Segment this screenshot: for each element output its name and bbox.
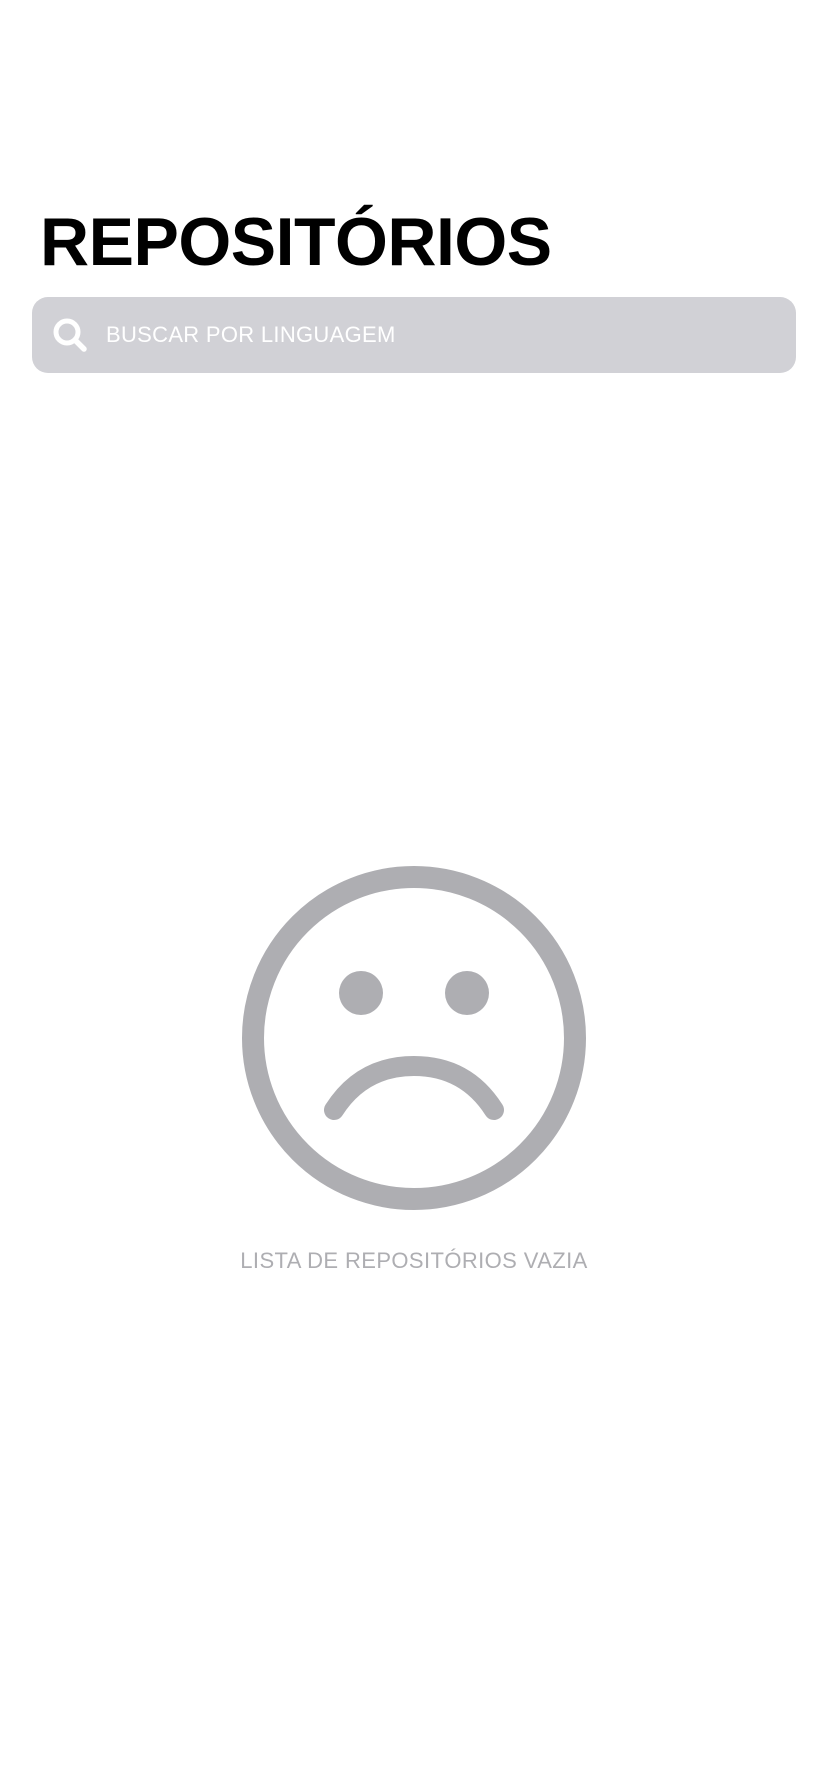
search-input[interactable] [106, 305, 796, 365]
search-bar[interactable] [32, 297, 796, 373]
sad-face-icon [242, 866, 586, 1210]
empty-state: LISTA DE REPOSITÓRIOS VAZIA [0, 866, 828, 1274]
search-icon [53, 318, 87, 352]
empty-list-message: LISTA DE REPOSITÓRIOS VAZIA [240, 1248, 588, 1273]
page-title: REPOSITÓRIOS [40, 204, 552, 280]
